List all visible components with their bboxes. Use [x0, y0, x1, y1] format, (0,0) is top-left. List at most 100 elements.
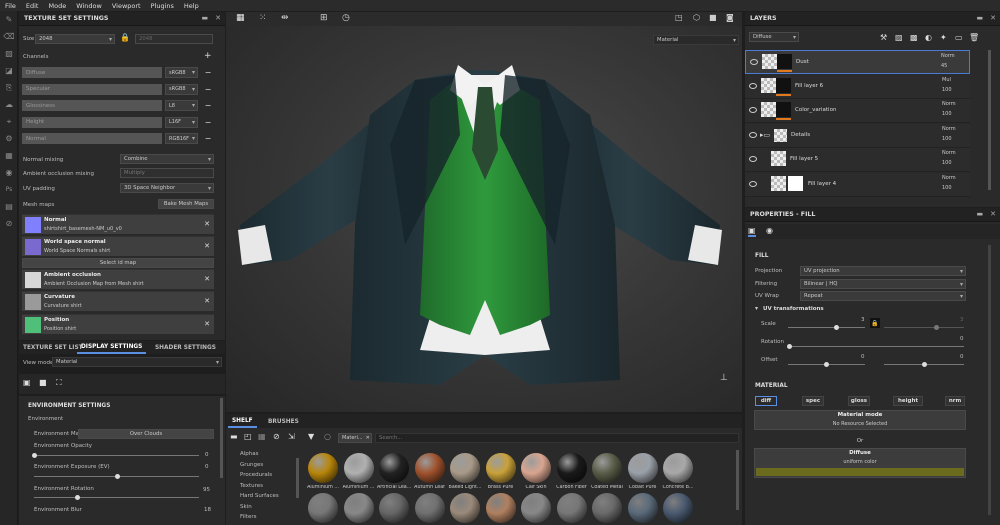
close-icon[interactable]: ✕ [990, 210, 996, 218]
material-thumbnail[interactable] [343, 493, 374, 523]
properties-scrollbar[interactable] [988, 245, 991, 515]
channel-format-select[interactable]: sRGB8 [165, 83, 198, 95]
layer-row[interactable]: Fill layer 4 Norm 100 [745, 172, 970, 197]
remove-mesh-map-icon[interactable]: ✕ [204, 220, 210, 228]
layer-row[interactable]: ▸▭ Details Norm 100 [745, 123, 970, 148]
remove-channel-icon[interactable]: − [204, 133, 212, 144]
remove-channel-icon[interactable]: − [204, 117, 212, 128]
env-map-button[interactable]: Over Clouds [78, 429, 214, 439]
material-thumbnail[interactable] [663, 453, 693, 483]
material-thumbnail[interactable] [379, 453, 409, 483]
rotation-slider[interactable] [787, 344, 964, 349]
remove-filter-icon[interactable]: ✕ [366, 435, 370, 441]
delete-icon[interactable]: 🗑 [969, 33, 979, 42]
symmetry-icon[interactable]: ⇹ [281, 13, 289, 23]
library-icon[interactable]: ▦ [258, 432, 266, 441]
mesh-map-item[interactable]: World space normal World Space Normals sh… [22, 236, 214, 256]
offset-knob[interactable] [824, 362, 829, 367]
filter-icon[interactable]: ▼ [308, 432, 314, 441]
remove-mesh-map-icon[interactable]: ✕ [204, 275, 210, 283]
size-select[interactable]: 2048 [35, 34, 115, 44]
env-exposure-knob[interactable] [114, 474, 120, 479]
minimize-icon[interactable]: ▬ [202, 14, 209, 22]
uv-padding-select[interactable]: 3D Space Neighbor [120, 183, 214, 193]
material-channel-nrm[interactable]: nrm [945, 396, 965, 406]
normal-mixing-select[interactable]: Combine [120, 154, 214, 164]
material-channel-spec[interactable]: spec [802, 396, 824, 406]
env-exposure-slider[interactable] [34, 474, 199, 479]
picker-icon[interactable]: ⌖ [0, 113, 18, 130]
material-thumbnail[interactable] [343, 453, 374, 483]
shelf-category[interactable]: Skin [240, 504, 252, 510]
mesh-map-item[interactable]: Ambient occlusion Ambient Occlusion Map f… [22, 269, 214, 289]
material-thumbnail[interactable] [485, 453, 516, 483]
env-opacity-slider[interactable] [32, 453, 199, 458]
material-channel-diff[interactable]: diff [755, 396, 777, 406]
dotted-grid-icon[interactable]: ⁙ [259, 13, 267, 23]
layer-opacity[interactable]: 100 [942, 111, 964, 117]
brush-icon[interactable]: ⚒ [880, 33, 887, 42]
mesh-map-item[interactable]: Position Position shirt ✕ [22, 314, 214, 334]
material-thumbnail[interactable] [414, 493, 445, 523]
material-thumbnail[interactable] [592, 453, 622, 483]
layer-row[interactable]: Fill layer 6 Mul 100 [745, 74, 970, 99]
channel-format-select[interactable]: L16F [165, 116, 198, 128]
layer-icon[interactable]: ▤ [0, 198, 18, 215]
material-thumbnail[interactable] [450, 493, 480, 523]
eye-icon[interactable] [749, 156, 757, 162]
offset-slider[interactable] [788, 362, 865, 367]
help-icon[interactable]: ⊘ [0, 215, 18, 232]
menu-mode[interactable]: Mode [48, 2, 66, 10]
texture-set-icon[interactable]: ▦ [0, 147, 18, 164]
add-fill-layer-icon[interactable]: ▨ [895, 33, 903, 42]
layer-blend-mode[interactable]: Mul [942, 77, 964, 83]
material-thumbnail[interactable] [521, 493, 551, 523]
layer-opacity[interactable]: 45 [941, 63, 963, 69]
camera-icon[interactable]: ■ [39, 378, 47, 387]
material-thumbnail[interactable] [379, 493, 409, 523]
paint-brush-icon[interactable]: ✎ [0, 11, 18, 28]
hide-icon[interactable]: ⊘ [273, 432, 280, 441]
uvwrap-select[interactable]: Repeat [800, 291, 966, 301]
scale-knob[interactable] [834, 325, 839, 330]
select-id-map-button[interactable]: Select id map [22, 258, 214, 268]
view-mode-select[interactable]: Material [52, 357, 222, 367]
scale-slider-2[interactable] [884, 325, 964, 330]
menu-viewport[interactable]: Viewport [112, 2, 141, 10]
projection-select[interactable]: UV projection [800, 266, 966, 276]
camera-mode-icon[interactable]: ◳ [675, 13, 683, 22]
fill-tab-icon[interactable]: ▣ [748, 226, 756, 237]
eye-icon[interactable] [750, 59, 758, 65]
layer-row[interactable]: Fill layer 5 Norm 100 [745, 148, 970, 172]
mesh-map-item[interactable]: Curvature Curvature shirt ✕ [22, 291, 214, 311]
shelf-category[interactable]: Alphas [240, 451, 259, 457]
layer-row[interactable]: Color_variation Norm 100 [745, 99, 970, 123]
layer-opacity[interactable]: 100 [942, 160, 964, 166]
channel-format-select[interactable]: sRGB8 [165, 67, 198, 78]
remove-mesh-map-icon[interactable]: ✕ [204, 320, 210, 328]
material-thumbnail[interactable] [485, 493, 516, 523]
material-thumbnail[interactable] [663, 493, 693, 523]
scale-slider[interactable] [788, 325, 865, 330]
eraser-icon[interactable]: ⌫ [0, 28, 18, 45]
material-thumbnail[interactable] [308, 453, 338, 483]
env-rotation-knob[interactable] [74, 495, 80, 500]
eye-icon[interactable] [749, 107, 757, 113]
offset-knob-2[interactable] [922, 362, 927, 367]
smudge-icon[interactable]: ☁ [0, 96, 18, 113]
layers-scrollbar[interactable] [988, 50, 991, 190]
screenshot-icon[interactable]: ◙ [726, 13, 734, 22]
remove-channel-icon[interactable]: − [204, 84, 212, 95]
add-mask-icon[interactable]: ◐ [925, 33, 932, 42]
material-thumbnail[interactable] [592, 493, 622, 523]
material-thumbnail[interactable] [627, 493, 658, 523]
menu-edit[interactable]: Edit [26, 2, 39, 10]
layer-opacity[interactable]: 100 [942, 136, 964, 142]
shelf-category[interactable]: Procedurals [240, 472, 272, 478]
geometry-mask-icon[interactable]: ◪ [0, 62, 18, 79]
ao-mixing-field[interactable]: Multiply [120, 168, 214, 178]
material-thumbnail[interactable] [556, 453, 587, 483]
remove-mesh-map-icon[interactable]: ✕ [204, 297, 210, 305]
add-paint-layer-icon[interactable]: ▩ [910, 33, 918, 42]
material-channel-gloss[interactable]: gloss [848, 396, 870, 406]
